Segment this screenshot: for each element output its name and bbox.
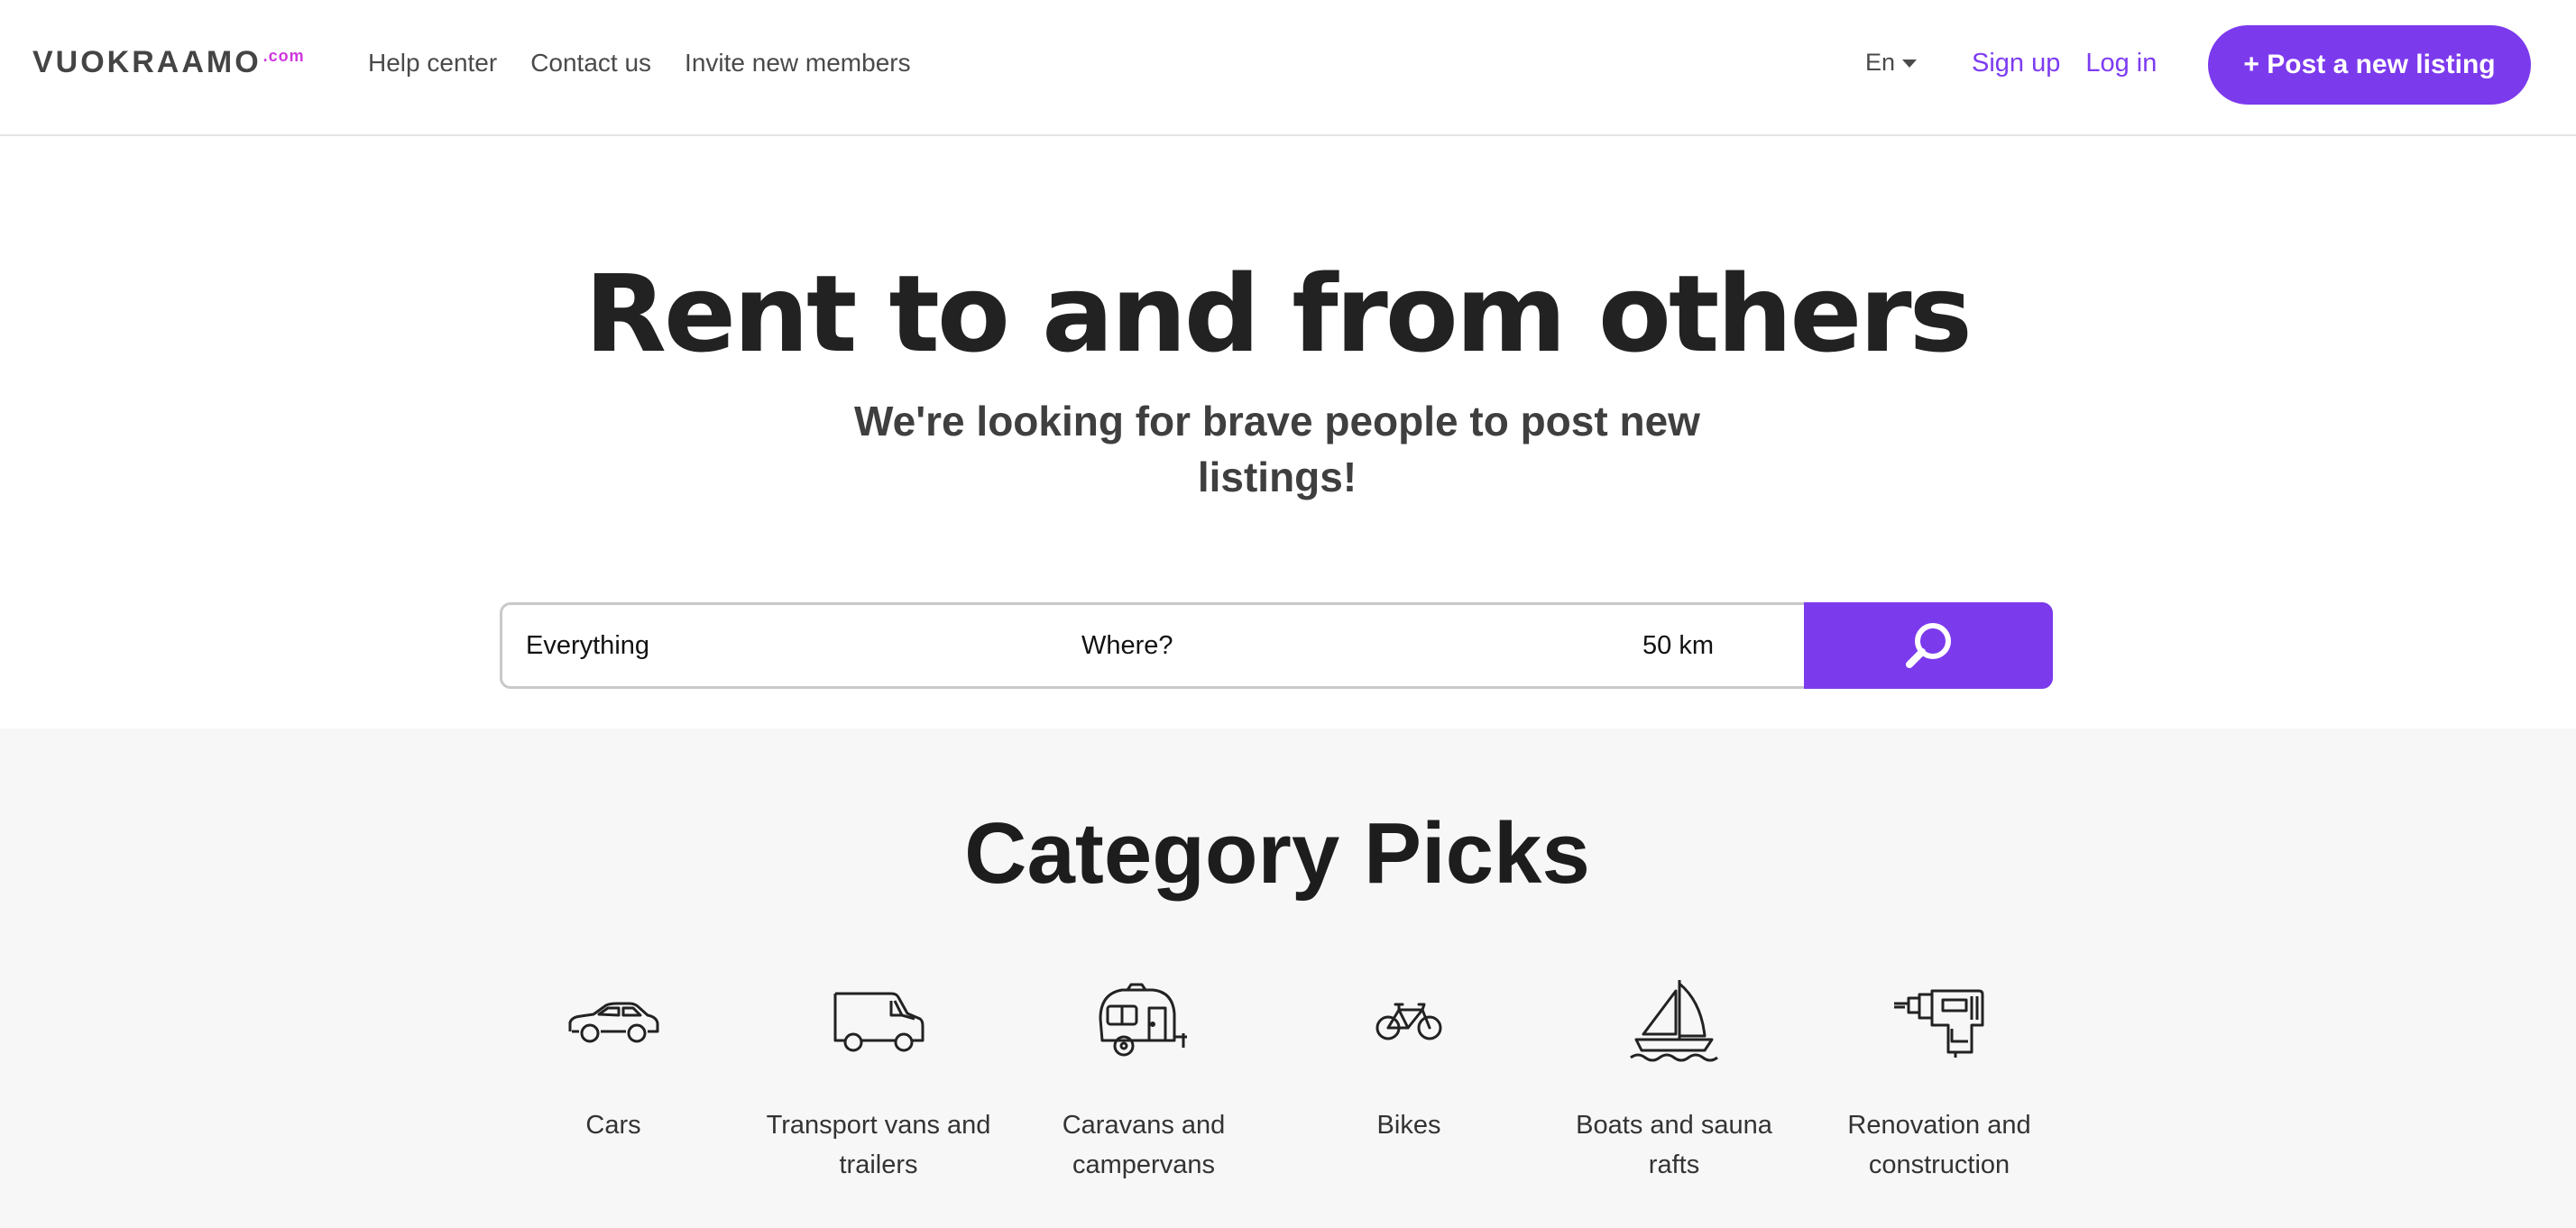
category-cars[interactable]: Cars	[487, 972, 740, 1145]
main-nav: Help center Contact us Invite new member…	[368, 49, 911, 78]
site-logo[interactable]: VUOKRAAMO .com	[32, 45, 305, 80]
sailboat-icon	[1630, 980, 1718, 1062]
category-label: Cars	[585, 1111, 641, 1140]
hero-title: Rent to and from others	[584, 252, 1973, 376]
nav-contact-us-link[interactable]: Contact us	[530, 49, 651, 78]
chevron-down-icon	[1902, 60, 1918, 68]
search-icon	[1906, 623, 1951, 668]
logo-suffix: .com	[262, 47, 305, 65]
drill-icon	[1894, 989, 1984, 1058]
category-renovation-construction[interactable]: Renovation and construction	[1813, 972, 2065, 1185]
category-picks-title: Category Picks	[964, 805, 1590, 902]
auth-links: Sign up Log in	[1972, 49, 2157, 78]
category-boats-sauna-rafts[interactable]: Boats and sauna rafts	[1548, 972, 1800, 1185]
category-bikes[interactable]: Bikes	[1283, 972, 1535, 1145]
category-label: Transport vans and trailers	[766, 1111, 991, 1179]
login-link[interactable]: Log in	[2085, 49, 2157, 78]
category-picks-section: Category Picks Cars Transport vans and t…	[0, 729, 2576, 1228]
nav-invite-members-link[interactable]: Invite new members	[685, 49, 911, 78]
logo-text: VUOKRAAMO	[32, 45, 262, 79]
bicycle-icon	[1375, 1003, 1442, 1040]
category-label: Bikes	[1376, 1111, 1441, 1140]
post-new-listing-button[interactable]: + Post a new listing	[2208, 25, 2531, 105]
category-transport-vans[interactable]: Transport vans and trailers	[752, 972, 1005, 1185]
car-icon	[568, 1002, 659, 1043]
hero-subtitle: We're looking for brave people to post n…	[854, 398, 1700, 500]
nav-help-center-link[interactable]: Help center	[368, 49, 497, 78]
category-label: Boats and sauna rafts	[1576, 1111, 1772, 1179]
category-label: Renovation and construction	[1847, 1111, 2031, 1179]
search-what-field[interactable]: Everything	[526, 605, 1031, 686]
language-label: En	[1865, 49, 1896, 76]
search-submit-button[interactable]	[1804, 602, 2053, 689]
top-navigation-bar: VUOKRAAMO .com Help center Contact us In…	[0, 0, 2576, 136]
van-icon	[833, 992, 925, 1052]
signup-link[interactable]: Sign up	[1972, 49, 2060, 78]
category-caravans[interactable]: Caravans and campervans	[1017, 972, 1270, 1185]
language-selector[interactable]: En	[1865, 49, 1918, 77]
search-distance-select[interactable]: 50 km	[1642, 605, 1751, 686]
category-label: Caravans and campervans	[1062, 1111, 1226, 1179]
search-location-input[interactable]: Where?	[1081, 605, 1587, 686]
caravan-icon	[1099, 983, 1187, 1057]
